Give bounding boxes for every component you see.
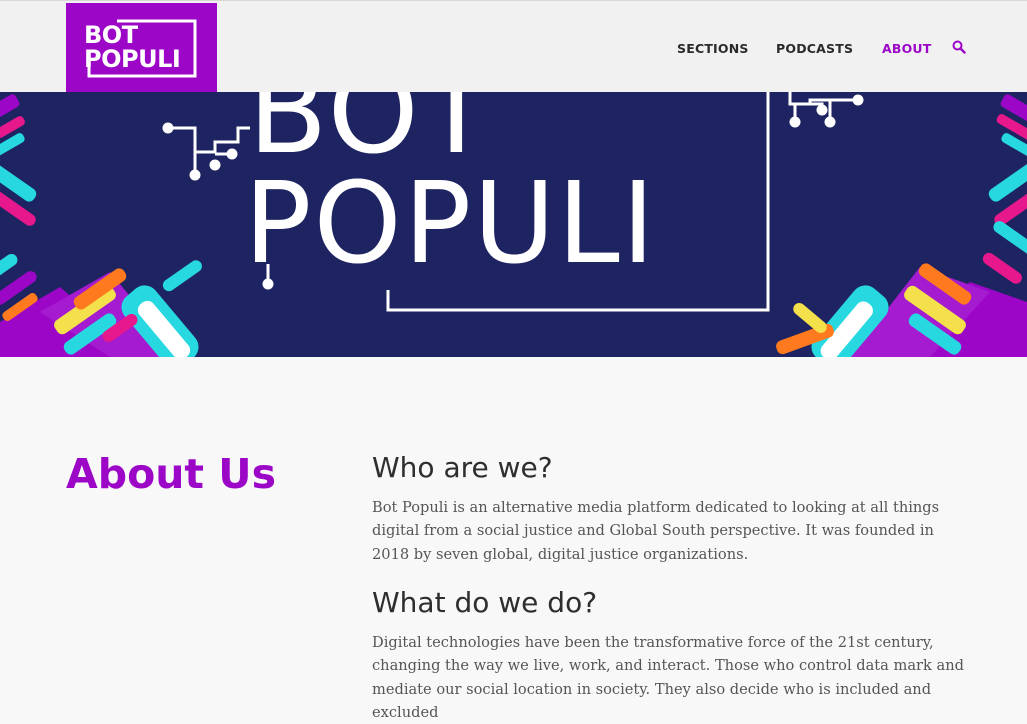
logo-line-2: POPULI [84, 45, 181, 73]
page-title: About Us [66, 450, 277, 498]
nav-about[interactable]: ABOUT [882, 41, 932, 57]
search-icon[interactable] [952, 40, 966, 54]
section-body-what: Digital technologies have been the trans… [372, 634, 964, 721]
site-logo[interactable]: BOT POPULI [66, 3, 217, 94]
banner-title-line-1: BOT [248, 92, 494, 180]
banner-title-line-2: POPULI [244, 159, 657, 289]
section-heading-who: Who are we? [372, 451, 553, 484]
section-heading-what: What do we do? [372, 586, 598, 619]
nav-sections[interactable]: SECTIONS [677, 41, 749, 57]
hero-banner: BOT POPULI [0, 92, 1027, 357]
logo-text: BOT POPULI [84, 21, 181, 73]
section-body-who: Bot Populi is an alternative media platf… [372, 499, 940, 563]
nav-podcasts[interactable]: PODCASTS [776, 41, 853, 57]
logo-line-1: BOT [84, 21, 138, 49]
site-header: BOT POPULI SECTIONS PODCASTS ABOUT [0, 0, 1027, 94]
